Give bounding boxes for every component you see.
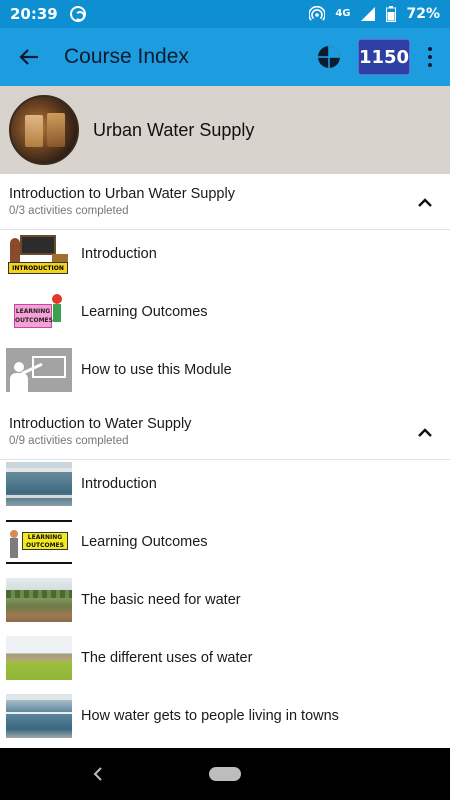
activity-label: How water gets to people living in towns — [81, 708, 339, 724]
cell-signal-icon — [360, 6, 376, 22]
overflow-menu-button[interactable] — [410, 28, 450, 86]
chevron-up-icon — [418, 427, 432, 437]
activity-thumbnail — [6, 348, 72, 392]
nav-back-button[interactable] — [88, 762, 108, 786]
activity-thumbnail: LEARNING OUTCOMES — [6, 290, 72, 334]
status-time: 20:39 — [10, 5, 58, 23]
status-bar: 20:39 4G 72% — [0, 0, 450, 28]
activity-thumbnail: INTRODUCTION — [6, 232, 72, 276]
section-title: Introduction to Urban Water Supply — [9, 186, 235, 202]
activity-label: The basic need for water — [81, 592, 241, 608]
more-vert-icon — [428, 45, 432, 69]
system-nav-bar — [0, 748, 450, 800]
battery-level: 72% — [406, 6, 440, 22]
activity-thumbnail — [6, 694, 72, 738]
collapse-button[interactable] — [400, 407, 450, 457]
activity-thumbnail — [6, 636, 72, 680]
activity-item[interactable]: How water gets to people living in towns — [0, 687, 450, 745]
status-icons: 4G 72% — [309, 6, 440, 22]
activity-label: The different uses of water — [81, 650, 253, 666]
activity-thumbnail — [6, 462, 72, 506]
activity-label: Introduction — [81, 476, 157, 492]
activity-item[interactable]: INTRODUCTION Introduction — [0, 225, 450, 283]
back-button[interactable] — [0, 28, 58, 86]
section-header[interactable]: Introduction to Water Supply 0/9 activit… — [0, 404, 450, 460]
section-title: Introduction to Water Supply — [9, 416, 192, 432]
hotspot-icon — [309, 6, 326, 22]
course-image — [9, 95, 79, 165]
activity-thumbnail: LEARNING OUTCOMES — [6, 520, 72, 564]
chevron-up-icon — [418, 197, 432, 207]
activity-item[interactable]: LEARNING OUTCOMES Learning Outcomes — [0, 283, 450, 341]
activity-item[interactable]: How to use this Module — [0, 341, 450, 399]
nav-home-pill[interactable] — [209, 767, 241, 781]
activity-label: Learning Outcomes — [81, 534, 208, 550]
pie-chart-icon — [317, 45, 341, 69]
arrow-back-icon — [19, 49, 38, 65]
section-header[interactable]: Introduction to Urban Water Supply 0/3 a… — [0, 174, 450, 230]
activity-item[interactable]: The basic need for water — [0, 571, 450, 629]
activity-thumbnail — [6, 578, 72, 622]
progress-button[interactable] — [314, 42, 344, 72]
activity-label: Learning Outcomes — [81, 304, 208, 320]
activity-item[interactable]: LEARNING OUTCOMES Learning Outcomes — [0, 513, 450, 571]
network-type: 4G — [335, 8, 351, 19]
activity-item[interactable]: The different uses of water — [0, 629, 450, 687]
points-badge[interactable]: 1150 — [358, 39, 410, 75]
activity-label: How to use this Module — [81, 362, 232, 378]
section-progress: 0/3 activities completed — [9, 205, 129, 217]
nav-back-icon — [93, 767, 102, 781]
collapse-button[interactable] — [400, 177, 450, 227]
page-title: Course Index — [64, 45, 189, 68]
course-header: Urban Water Supply — [0, 86, 450, 174]
battery-icon — [386, 6, 397, 22]
activity-label: Introduction — [81, 246, 157, 262]
activity-item[interactable]: Introduction — [0, 455, 450, 513]
section-progress: 0/9 activities completed — [9, 435, 129, 447]
sync-icon — [69, 6, 86, 22]
course-name: Urban Water Supply — [93, 119, 255, 140]
app-bar: Course Index 1150 — [0, 28, 450, 86]
